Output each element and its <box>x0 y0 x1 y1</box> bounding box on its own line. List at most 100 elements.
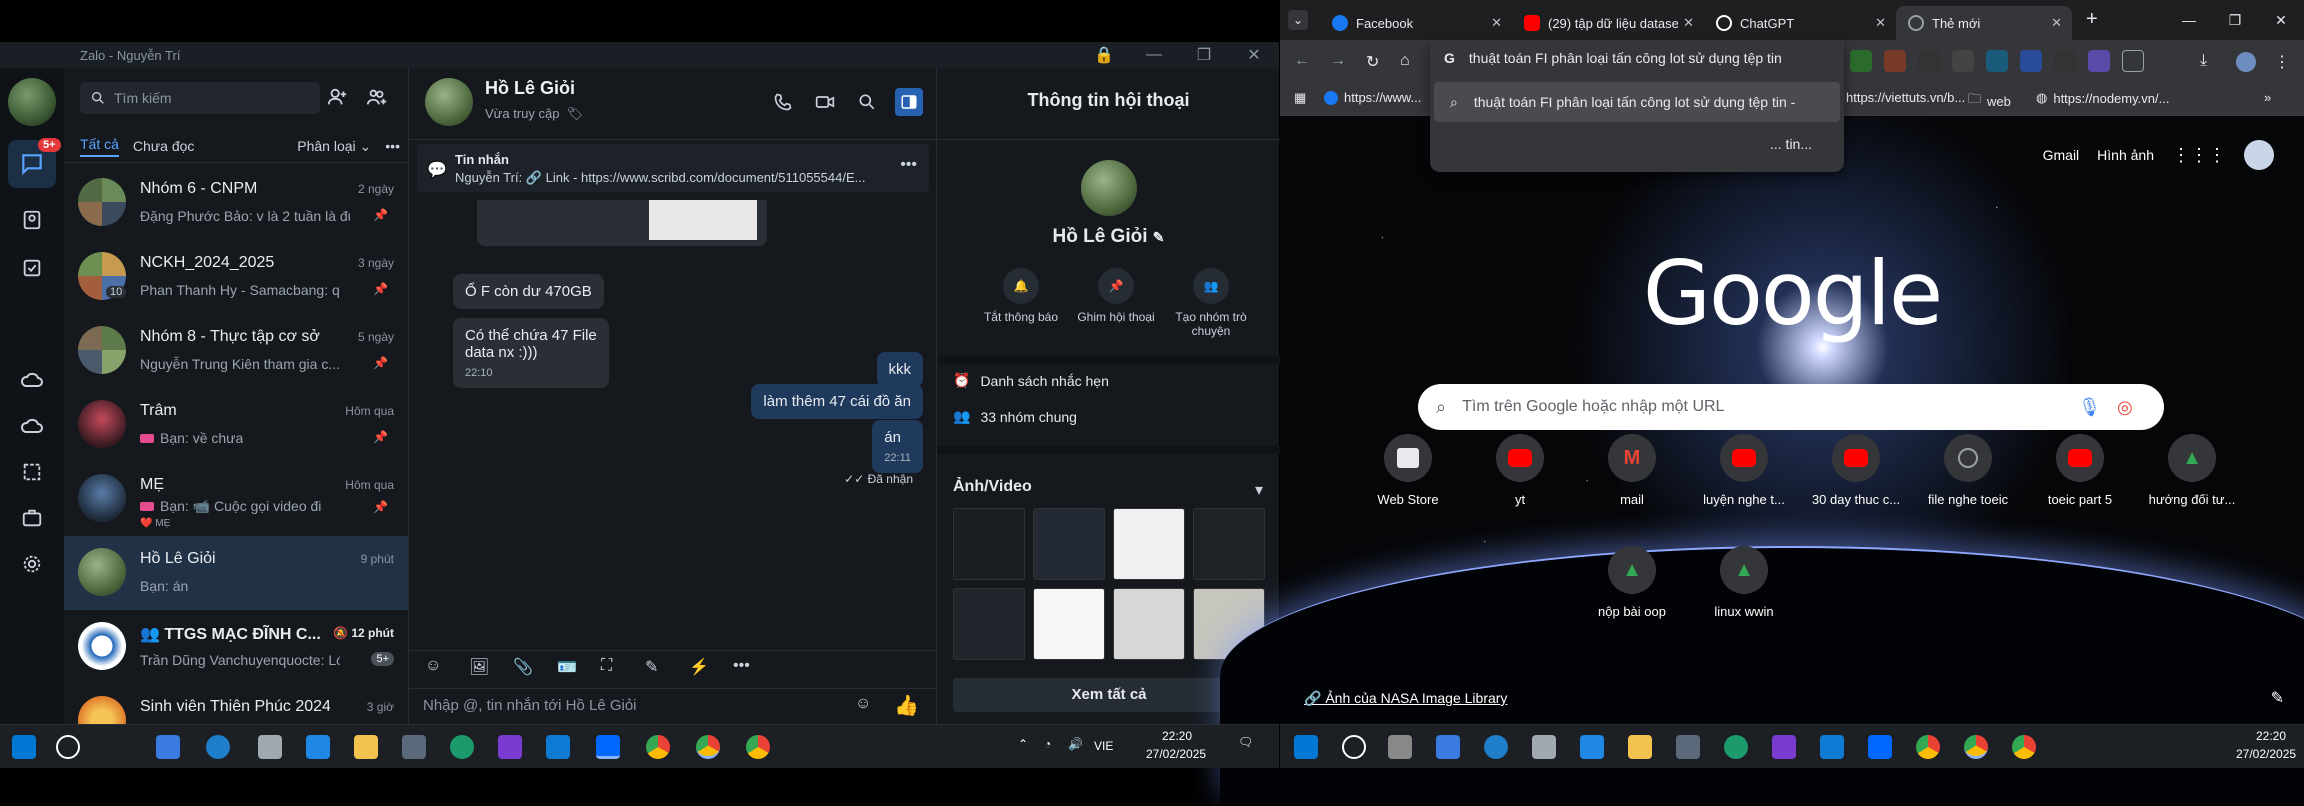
profile-avatar[interactable] <box>1081 160 1137 216</box>
file-explorer-icon[interactable] <box>1628 735 1652 759</box>
media-thumbnail[interactable] <box>1033 508 1105 580</box>
home-button[interactable]: ⌂ <box>1400 52 1410 70</box>
create-group-button[interactable]: 👥 Tạo nhóm trò chuyện <box>1171 268 1251 338</box>
background-credit-link[interactable]: 🔗 Ảnh của NASA Image Library <box>1304 690 1507 707</box>
contact-card-icon[interactable]: 🪪 <box>557 657 581 681</box>
image-icon[interactable]: 🖼 <box>469 657 493 681</box>
conversation-item[interactable]: 👥 TTGS MẠC ĐĨNH C... 🔕 12 phút Trần Dũng… <box>64 610 408 684</box>
work-nav-button[interactable] <box>14 500 50 536</box>
classify-dropdown[interactable]: Phân loại ⌄ <box>297 138 371 155</box>
shortcut-tile[interactable]: luyện nghe t... <box>1688 434 1800 507</box>
toggle-info-panel-button[interactable] <box>895 88 923 116</box>
google-search-input[interactable] <box>1462 398 2063 416</box>
message-input[interactable] <box>423 697 843 714</box>
extension-icon[interactable] <box>1884 50 1906 72</box>
apps-grid-icon[interactable]: ⋮⋮⋮ <box>2172 145 2226 166</box>
shortcut-tile[interactable]: ▲ linux wwin <box>1688 546 1800 619</box>
chat-avatar[interactable] <box>425 78 473 126</box>
visual-studio-icon[interactable] <box>498 735 522 759</box>
conversation-item[interactable]: Nhóm 6 - CNPM 2 ngày Đặng Phước Bảo: v l… <box>64 166 408 240</box>
chevron-down-icon[interactable]: ▾ <box>1255 480 1263 500</box>
shortcut-tile[interactable]: Web Store <box>1352 434 1464 507</box>
clock-date[interactable]: 27/02/2025 <box>1146 747 1206 761</box>
maximize-button[interactable]: ❐ <box>2212 0 2258 40</box>
screenshot-nav-button[interactable] <box>14 454 50 490</box>
emoji-icon[interactable]: ☺ <box>855 695 879 719</box>
minimize-button[interactable]: — <box>1143 44 1165 66</box>
media-thumbnail[interactable] <box>1033 588 1105 660</box>
more-options-icon[interactable]: ••• <box>733 657 757 681</box>
zalo-icon[interactable] <box>1868 735 1892 759</box>
edit-icon[interactable]: ✎ <box>1153 229 1165 245</box>
search-box[interactable] <box>80 82 320 114</box>
clock-time[interactable]: 22:20 <box>2256 729 2286 743</box>
back-button[interactable]: ← <box>1294 52 1310 70</box>
search-icon[interactable] <box>56 735 80 759</box>
new-tab-button[interactable]: + <box>2086 8 2098 31</box>
filter-unread-tab[interactable]: Chưa đọc <box>133 138 195 154</box>
user-avatar[interactable] <box>8 78 56 126</box>
chrome-icon[interactable] <box>1964 735 1988 759</box>
taskbar-app-icon[interactable] <box>258 735 282 759</box>
shortcut-tile[interactable]: yt <box>1464 434 1576 507</box>
bookmark-item[interactable]: ◍ https://nodemy.vn/... <box>2036 90 2169 106</box>
store-icon[interactable] <box>1580 735 1604 759</box>
reminder-list-row[interactable]: ⏰ Danh sách nhắc hẹn <box>953 372 1109 389</box>
volume-icon[interactable]: 🔊 <box>1068 737 1083 751</box>
close-tab-icon[interactable]: ✕ <box>2051 15 2062 31</box>
image-message[interactable] <box>477 200 767 246</box>
media-thumbnail[interactable] <box>1193 508 1265 580</box>
sticker-icon[interactable]: ☺ <box>425 657 449 681</box>
like-button[interactable]: 👍 <box>894 693 919 718</box>
taskbar-app-icon[interactable] <box>402 735 426 759</box>
close-button[interactable]: ✕ <box>2258 0 2304 40</box>
taskbar-app-icon[interactable] <box>1676 735 1700 759</box>
more-options-icon[interactable]: ••• <box>900 156 917 174</box>
chrome-icon[interactable] <box>746 735 770 759</box>
filter-all-tab[interactable]: Tất cả <box>80 136 119 157</box>
search-input[interactable] <box>114 90 314 106</box>
suggestion-more[interactable]: ... tin... <box>1770 136 1812 152</box>
customize-icon[interactable]: ✎ <box>2271 688 2284 708</box>
vscode-icon[interactable] <box>1820 735 1844 759</box>
shortcut-tile[interactable]: Mmail <box>1576 434 1688 507</box>
conversation-item[interactable]: MẸ Hôm qua Bạn: 📹 Cuộc gọi video đi ❤️ M… <box>64 462 408 536</box>
omnibox[interactable]: G thuật toán FI phân loại tấn công lot s… <box>1430 42 1825 74</box>
download-icon[interactable]: ⤓ <box>2200 52 2207 70</box>
shortcut-tile[interactable]: 30 day thuc c... <box>1800 434 1912 507</box>
chrome-icon[interactable] <box>696 735 720 759</box>
edge-icon[interactable] <box>1484 735 1508 759</box>
copilot-icon[interactable] <box>1436 735 1460 759</box>
microphone-icon[interactable]: 🎙 <box>2078 397 2101 418</box>
extension-icon[interactable] <box>2054 50 2076 72</box>
close-tab-icon[interactable]: ✕ <box>1491 15 1502 31</box>
conversation-item[interactable]: Trâm Hôm qua Bạn: về chưa 📌 <box>64 388 408 462</box>
see-all-button[interactable]: Xem tất cả <box>953 678 1265 712</box>
lens-icon[interactable]: ◎ <box>2117 397 2133 418</box>
conversation-item[interactable]: Sinh viên Thiên Phúc 2024_2... 3 giờ <box>64 684 408 724</box>
tag-icon[interactable]: 🏷 <box>567 106 584 121</box>
chrome-icon[interactable] <box>646 735 670 759</box>
extension-icon[interactable] <box>1952 50 1974 72</box>
apps-icon[interactable]: ▦ <box>1294 90 1306 106</box>
format-icon[interactable]: ✎ <box>645 657 669 681</box>
shortcut-tile[interactable]: ▲ hướng đối tư... <box>2136 434 2248 507</box>
cloud-sync-nav-button[interactable] <box>14 362 50 398</box>
notification-icon[interactable]: 🗨 <box>1238 735 1253 749</box>
extension-icon[interactable] <box>1850 50 1872 72</box>
clock-date[interactable]: 27/02/2025 <box>2236 747 2296 761</box>
chevron-up-icon[interactable]: ⌃ <box>1018 737 1028 751</box>
video-call-button[interactable] <box>811 88 839 116</box>
copilot-icon[interactable] <box>156 735 180 759</box>
close-tab-icon[interactable]: ✕ <box>1683 15 1694 31</box>
taskbar-app-icon[interactable] <box>1724 735 1748 759</box>
tab-search-button[interactable]: ⌄ <box>1288 10 1308 30</box>
conversation-item[interactable]: Nhóm 8 - Thực tập cơ sở 5 ngày Nguyễn Tr… <box>64 314 408 388</box>
zalo-icon[interactable] <box>596 735 620 759</box>
account-avatar[interactable] <box>2244 140 2274 170</box>
forward-button[interactable]: → <box>1330 52 1346 70</box>
bookmark-item[interactable]: https://viettuts.vn/b... <box>1846 90 1965 105</box>
conversation-item-selected[interactable]: Hồ Lê Giỏi 9 phút Bạn: án <box>64 536 408 610</box>
vscode-icon[interactable] <box>546 735 570 759</box>
screenshot-icon[interactable]: ⛶ <box>601 657 625 681</box>
